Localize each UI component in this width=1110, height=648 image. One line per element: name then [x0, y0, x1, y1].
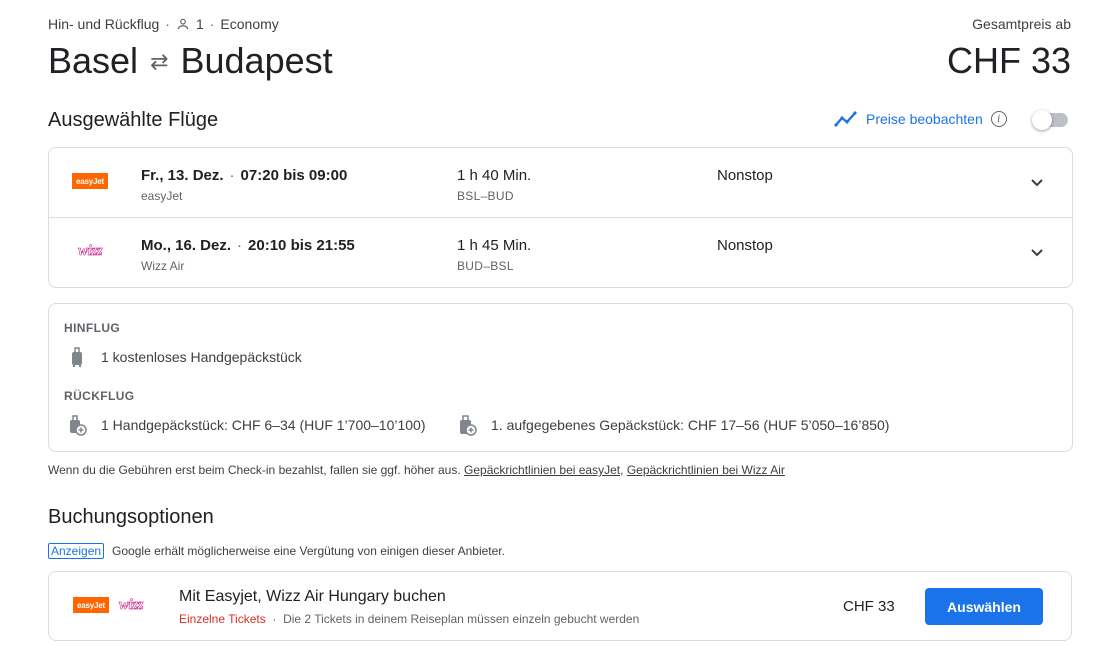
trip-summary: Hin- und Rückflug · 1 · Economy — [48, 16, 279, 32]
flight-stops: Nonstop — [717, 237, 773, 254]
wizz-baggage-policy-link[interactable]: Gepäckrichtlinien bei Wizz Air — [627, 463, 785, 477]
booking-option-card: easyJet wizz Mit Easyjet, Wizz Air Hunga… — [48, 571, 1072, 641]
passenger-count: 1 — [195, 16, 204, 32]
return-heading: RÜCKFLUG — [64, 389, 135, 403]
easyjet-baggage-policy-link[interactable]: Gepäckrichtlinien bei easyJet — [464, 463, 620, 477]
return-carryon-text: 1 Handgepäckstück: CHF 6–34 (HUF 1’700–1… — [101, 417, 426, 433]
outbound-baggage-item: 1 kostenloses Handgepäckstück — [67, 346, 302, 368]
selected-flights-card: easyJet Fr., 13. Dez. · 07:20 bis 09:00 ea… — [48, 147, 1073, 288]
separator-dot: · — [237, 237, 243, 254]
round-trip-arrows-icon: ⇄ — [150, 49, 169, 74]
flight-times: 20:10 bis 21:55 — [248, 237, 355, 254]
return-baggage-item-checked: 1. aufgegebenes Gepäckstück: CHF 17–56 (… — [457, 414, 889, 436]
flight-date: Mo., 16. Dez. — [141, 237, 232, 254]
flight-date-time: Fr., 13. Dez. · 07:20 bis 09:00 — [141, 167, 347, 184]
booking-options-heading: Buchungsoptionen — [48, 506, 214, 528]
route-title: Basel ⇄ Budapest — [48, 40, 333, 82]
info-icon[interactable]: i — [990, 111, 1007, 127]
flight-date-time: Mo., 16. Dez. · 20:10 bis 21:55 — [141, 237, 355, 254]
separate-tickets-warning: Einzelne Tickets — [179, 612, 266, 626]
wizz-logo: wizz — [72, 242, 108, 260]
outbound-baggage-text: 1 kostenloses Handgepäckstück — [101, 349, 302, 365]
easyjet-logo-mark: easyJet — [72, 173, 108, 189]
origin-city: Basel — [48, 40, 139, 81]
total-price: CHF 33 — [946, 40, 1071, 81]
ads-badge[interactable]: Anzeigen — [48, 543, 105, 559]
wizz-logo-mark: wizz — [78, 242, 103, 259]
separator-dot: · — [165, 16, 170, 32]
flight-stops: Nonstop — [717, 167, 773, 184]
cabin-class: Economy — [220, 16, 279, 32]
select-button[interactable]: Auswählen — [925, 588, 1043, 625]
total-price-label: Gesamtpreis ab — [972, 16, 1071, 32]
wizz-logo: wizz — [119, 596, 144, 614]
toggle-knob — [1032, 110, 1052, 130]
booking-option-price: CHF 33 — [843, 598, 895, 615]
ad-disclosure: Anzeigen Google erhält möglicherweise ei… — [48, 543, 505, 559]
flight-row-outbound[interactable]: easyJet Fr., 13. Dez. · 07:20 bis 09:00 ea… — [49, 148, 1072, 218]
easyjet-logo: easyJet — [72, 172, 108, 190]
track-prices-link[interactable]: Preise beobachten i — [834, 110, 1007, 128]
flight-airports: BUD–BSL — [457, 259, 514, 273]
return-checked-text: 1. aufgegebenes Gepäckstück: CHF 17–56 (… — [491, 417, 890, 433]
person-icon — [177, 18, 189, 30]
trend-chart-icon — [834, 111, 857, 127]
chevron-down-icon[interactable] — [1029, 244, 1045, 260]
destination-city: Budapest — [180, 40, 333, 81]
easyjet-logo-mark: easyJet — [73, 597, 109, 613]
track-prices-label: Preise beobachten — [866, 111, 983, 127]
carry-on-bag-fee-icon — [70, 415, 87, 436]
track-prices-toggle[interactable] — [1032, 110, 1068, 130]
separator-dot: · — [209, 16, 215, 32]
separate-tickets-note: Die 2 Tickets in deinem Reiseplan müssen… — [283, 612, 640, 626]
fee-note: Wenn du die Gebühren erst beim Check-in … — [48, 463, 785, 477]
flight-duration: 1 h 40 Min. — [457, 167, 532, 184]
flight-airline: easyJet — [141, 189, 183, 203]
trip-type: Hin- und Rückflug — [48, 16, 160, 32]
baggage-info-card: HINFLUG 1 kostenloses Handgepäckstück RÜ… — [48, 303, 1073, 452]
flight-airports: BSL–BUD — [457, 189, 514, 203]
link-separator: , — [620, 463, 624, 477]
ad-disclosure-text: Google erhält möglicherweise eine Vergüt… — [112, 544, 505, 558]
wizz-logo-mark: wizz — [119, 597, 144, 614]
return-baggage-item-carryon: 1 Handgepäckstück: CHF 6–34 (HUF 1’700–1… — [67, 414, 426, 436]
flight-airline: Wizz Air — [141, 259, 185, 273]
fee-note-text: Wenn du die Gebühren erst beim Check-in … — [48, 463, 461, 477]
booking-option-subtitle: Einzelne Tickets · Die 2 Tickets in dein… — [179, 612, 639, 626]
separator-dot: · — [269, 612, 280, 626]
outbound-heading: HINFLUG — [64, 321, 121, 335]
flight-row-return[interactable]: wizz Mo., 16. Dez. · 20:10 bis 21:55 Wizz … — [49, 218, 1072, 288]
flight-duration: 1 h 45 Min. — [457, 237, 532, 254]
checked-bag-fee-icon — [460, 415, 477, 436]
flight-times: 07:20 bis 09:00 — [240, 167, 348, 184]
separator-dot: · — [229, 167, 235, 184]
carry-on-bag-icon — [72, 347, 82, 367]
flight-date: Fr., 13. Dez. — [141, 167, 224, 184]
booking-option-title: Mit Easyjet, Wizz Air Hungary buchen — [179, 588, 446, 605]
chevron-down-icon[interactable] — [1029, 174, 1045, 190]
easyjet-logo: easyJet — [73, 597, 109, 613]
selected-flights-heading: Ausgewählte Flüge — [48, 109, 219, 131]
